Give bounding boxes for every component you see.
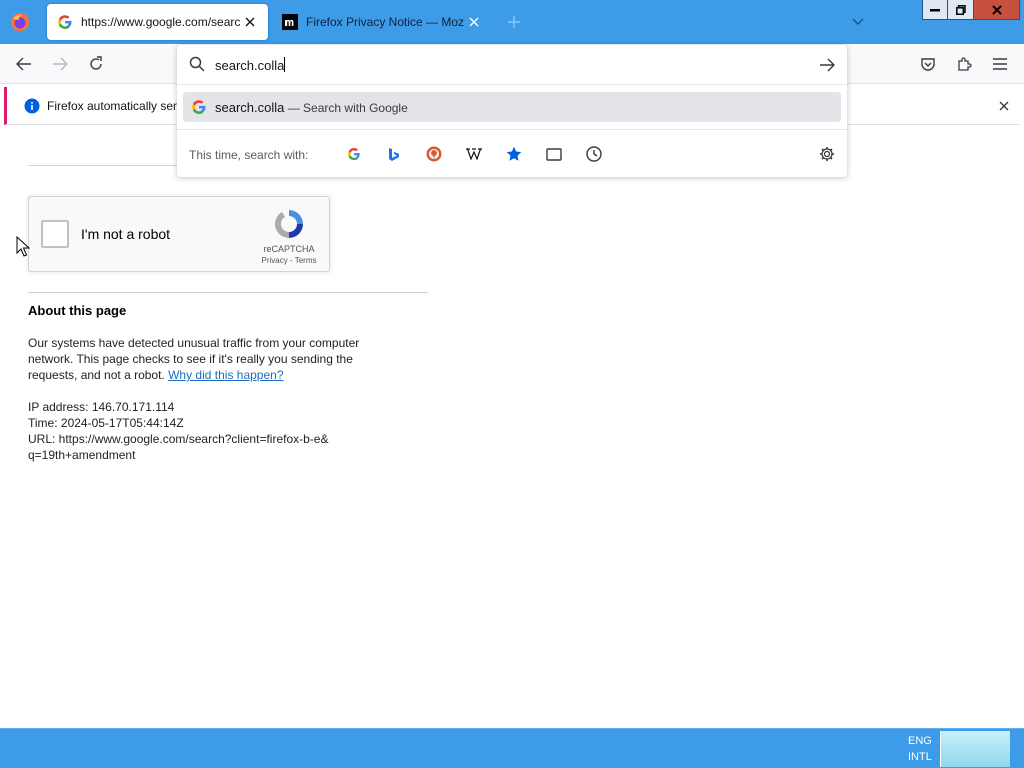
window-restore-button[interactable] [948,0,974,20]
recaptcha-checkbox[interactable] [41,220,69,248]
list-all-tabs-chevron-icon[interactable] [848,12,868,32]
pocket-icon[interactable] [916,52,940,76]
about-page-heading: About this page [28,303,127,318]
back-arrow-icon[interactable] [12,52,36,76]
time-text: Time: 2024-05-17T05:44:14Z [28,416,184,430]
window-close-button[interactable] [974,0,1020,20]
new-tab-plus-icon[interactable] [504,12,524,32]
divider [28,165,188,166]
windows-taskbar: ENG INTL [0,728,1024,768]
url-text-line: URL: https://www.google.com/search?clien… [28,432,329,446]
tab-strip: https://www.google.com/search?client=fir… [0,0,1024,44]
bing-engine-icon[interactable] [383,143,405,165]
suggestion-query: search.colla [215,100,285,115]
ip-address-text: IP address: 146.70.171.114 [28,400,175,414]
duckduckgo-engine-icon[interactable] [423,143,445,165]
tab-close-icon[interactable] [240,12,260,32]
forward-arrow-icon[interactable] [48,52,72,76]
google-g-icon [58,15,72,29]
bookmarks-star-icon[interactable] [503,143,525,165]
recaptcha-widget: I'm not a robot reCAPTCHA Privacy - Term… [28,196,330,272]
recaptcha-brand-text: reCAPTCHA [263,244,315,254]
text-caret [284,57,286,72]
tab-title: https://www.google.com/search?client=fir… [81,15,240,29]
show-desktop-button[interactable] [940,731,1010,767]
one-off-search-label: This time, search with: [189,148,309,162]
google-engine-icon[interactable] [343,143,365,165]
urlbar-dropdown: search.colla search.colla — Search with … [177,45,847,177]
about-text-line: requests, and not a robot. Why did this … [28,367,284,383]
divider [28,292,428,293]
suggestion-text: search.colla — Search with Google [215,100,408,115]
reload-icon[interactable] [84,52,108,76]
google-g-icon [192,100,206,114]
tab-title: Firefox Privacy Notice — Mozilla [306,15,464,29]
tabs-icon[interactable] [543,143,565,165]
firefox-logo-icon[interactable] [10,12,30,32]
mozilla-m-icon [282,14,298,30]
tab-google-search[interactable]: https://www.google.com/search?client=fir… [47,4,268,40]
recaptcha-logo-icon [275,210,303,238]
url-text-line: q=19th+amendment [28,448,136,462]
search-settings-gear-icon[interactable] [816,143,838,165]
search-icon [189,56,205,72]
search-suggestion-row[interactable]: search.colla — Search with Google [183,92,841,122]
recaptcha-privacy-terms-links[interactable]: Privacy - Terms [249,256,329,265]
extensions-puzzle-icon[interactable] [952,52,976,76]
divider [177,129,847,130]
suggestion-action: — Search with Google [284,101,408,115]
about-text-line: network. This page checks to see if it's… [28,352,353,366]
notification-close-icon[interactable] [994,96,1014,116]
about-text-prefix: requests, and not a robot. [28,368,169,382]
language-code: ENG [908,735,932,747]
mouse-pointer-icon [16,236,30,257]
why-did-this-happen-link[interactable]: Why did this happen? [168,368,283,382]
url-input[interactable]: search.colla [215,57,286,73]
info-icon [24,98,40,114]
tab-firefox-privacy[interactable]: Firefox Privacy Notice — Mozilla [272,4,492,40]
url-input-value: search.colla [215,58,285,73]
divider [177,84,847,85]
keyboard-layout: INTL [908,751,932,763]
input-language-indicator[interactable]: ENG INTL [900,733,940,765]
about-text-line: Our systems have detected unusual traffi… [28,336,360,350]
wikipedia-engine-icon[interactable] [463,143,485,165]
hamburger-menu-icon[interactable] [988,52,1012,76]
recaptcha-label: I'm not a robot [81,226,171,242]
history-clock-icon[interactable] [583,143,605,165]
tab-close-icon[interactable] [464,12,484,32]
go-arrow-icon[interactable] [817,55,837,75]
window-minimize-button[interactable] [922,0,948,20]
